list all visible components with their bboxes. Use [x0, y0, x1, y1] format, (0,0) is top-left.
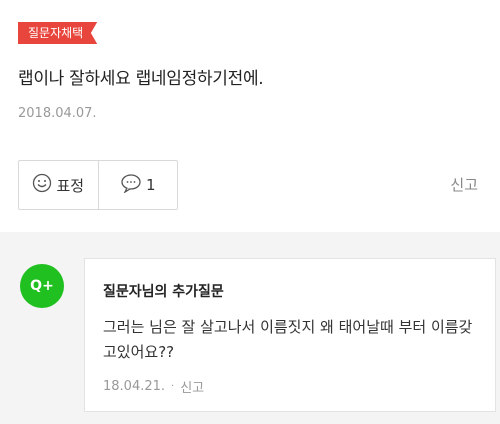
report-button[interactable]: 신고 [450, 174, 478, 195]
reaction-button-group: 표정 1 [18, 160, 178, 210]
followup-date: 18.04.21. [103, 379, 166, 394]
meta-separator: · [171, 381, 175, 392]
speech-bubble-icon [120, 173, 142, 197]
followup-question-text: 그러는 님은 잘 살고나서 이름짓지 왜 태어날때 부터 이름갖고있어요?? [103, 318, 473, 361]
comment-count: 1 [145, 176, 156, 194]
adopted-badge: 질문자채택 [18, 22, 98, 44]
followup-title: 질문자님의 추가질문 [103, 284, 224, 300]
answer-text: 랩이나 잘하세요 랩네임정하기전에. [18, 69, 264, 89]
followup-card: 질문자님의 추가질문 그러는 님은 잘 살고나서 이름짓지 왜 태어날때 부터 … [84, 258, 496, 412]
comment-button[interactable]: 1 [97, 161, 178, 209]
followup-report-button[interactable]: 신고 [180, 377, 204, 396]
followup-meta: 18.04.21. · 신고 [103, 377, 204, 396]
smiley-icon [32, 173, 52, 197]
q-plus-icon: Q+ [20, 264, 64, 308]
expression-button[interactable]: 표정 [19, 161, 98, 209]
expression-label: 표정 [56, 176, 85, 195]
answer-date: 2018.04.07. [18, 106, 97, 121]
